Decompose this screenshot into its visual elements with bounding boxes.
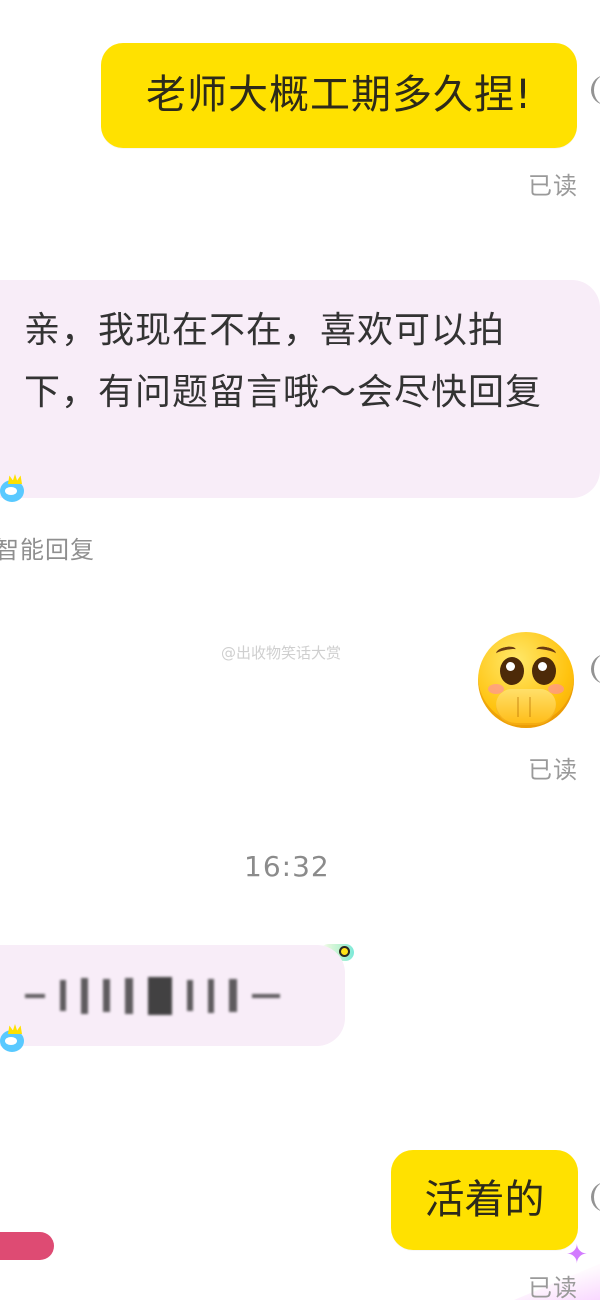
auto-reply-message-bubble[interactable]: 亲，我现在不在，喜欢可以拍下，有问题留言哦～会尽快回复 [0, 280, 600, 498]
masked-message-content [25, 973, 280, 1019]
avatar-edge-middle [591, 654, 600, 684]
sparkle-icon: ✦ [566, 1240, 588, 1270]
alive-message-bubble[interactable]: 活着的 [391, 1150, 578, 1250]
outgoing-message-bubble[interactable]: 老师大概工期多久捏! [101, 43, 577, 148]
read-status-top: 已读 [528, 172, 578, 200]
avatar-edge-bottom [591, 1182, 600, 1212]
mascot-icon [0, 1024, 28, 1058]
pleading-face-emoji[interactable] [478, 632, 574, 728]
watermark-text: @出收物笑话大赏 [221, 644, 342, 662]
avatar-edge-top [591, 75, 600, 105]
mascot-icon [0, 474, 28, 508]
read-status-emoji: 已读 [528, 756, 578, 784]
chat-screen: 老师大概工期多久捏! 已读 亲，我现在不在，喜欢可以拍下，有问题留言哦～会尽快回… [0, 0, 600, 1300]
pink-swipe-mark [0, 1232, 54, 1260]
message-timestamp: 16:32 [244, 850, 330, 883]
masked-message-bubble[interactable] [0, 945, 345, 1046]
read-status-bottom: 已读 [528, 1274, 578, 1300]
auto-reply-note: 智能回复 [0, 536, 95, 564]
